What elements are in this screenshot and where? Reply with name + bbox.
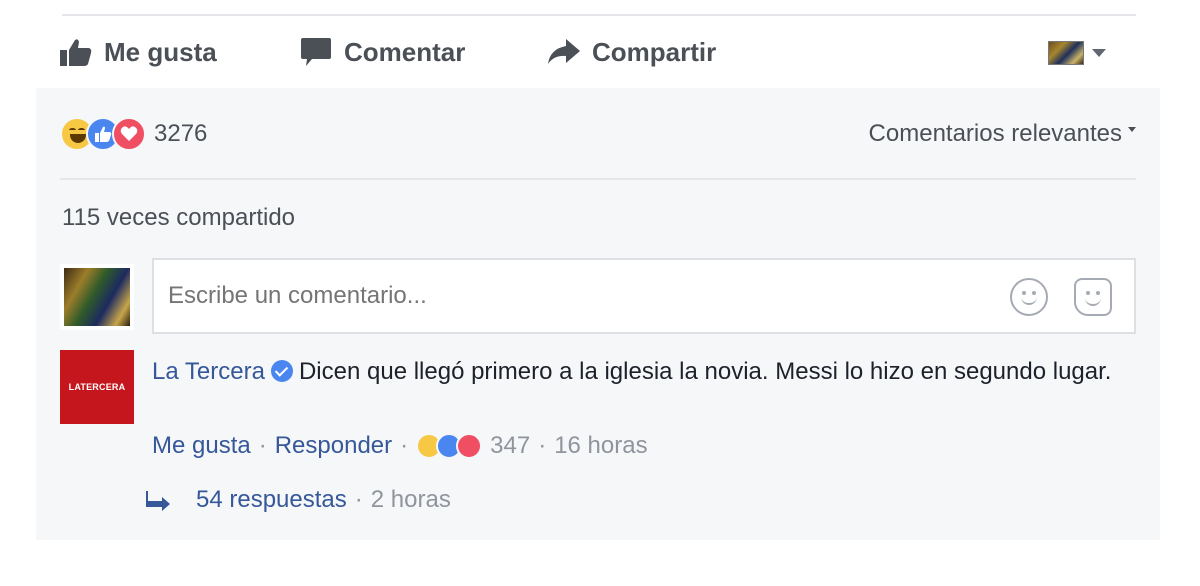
separator-dot: ·: [258, 432, 267, 459]
caret-down-icon: [1128, 126, 1136, 132]
page-thumbnail: [1048, 41, 1084, 65]
comment-reply-link[interactable]: Responder: [275, 432, 392, 460]
share-arrow-icon: [548, 39, 580, 64]
separator-dot: ·: [538, 432, 547, 459]
current-user-avatar: [60, 264, 134, 330]
shares-count-link[interactable]: 115 veces compartido: [62, 204, 295, 232]
audience-selector[interactable]: [1048, 38, 1106, 68]
comment-actions: Me gusta · Responder · 347 · 16 horas: [152, 428, 648, 464]
share-button[interactable]: Compartir: [548, 32, 716, 72]
comment-sort-label: Comentarios relevantes: [868, 120, 1122, 147]
comment-body: La Tercera Dicen que llegó primero a la i…: [152, 354, 1112, 390]
speech-bubble-icon: [301, 38, 331, 66]
comment-timestamp[interactable]: 16 horas: [554, 432, 647, 460]
replies-timestamp: 2 horas: [370, 486, 451, 513]
reactions-count: 3276: [154, 120, 208, 147]
reply-arrow-icon: [146, 491, 170, 511]
view-replies-link[interactable]: 54 respuestas: [196, 486, 347, 514]
section-divider: [60, 178, 1136, 180]
comment-like-link[interactable]: Me gusta: [152, 432, 251, 460]
comment-composer[interactable]: [152, 258, 1136, 334]
comment-author[interactable]: La Tercera: [152, 358, 265, 385]
reactions-summary[interactable]: 3276: [60, 116, 207, 152]
like-button-label: Me gusta: [104, 36, 217, 67]
comment-text: Dicen que llegó primero a la iglesia la …: [298, 358, 1112, 385]
replies-row: 54 respuestas · 2 horas: [146, 482, 451, 518]
post-action-bar: Me gusta Comentar Compartir: [36, 18, 1160, 86]
separator-dot: ·: [354, 486, 363, 513]
like-button[interactable]: Me gusta: [60, 32, 217, 72]
thumbs-up-icon: [60, 39, 92, 66]
comments-panel: 3276 Comentarios relevantes 115 veces co…: [36, 88, 1160, 540]
comment-button[interactable]: Comentar: [300, 32, 465, 72]
love-reaction-icon: [112, 117, 146, 151]
commenter-avatar[interactable]: LATERCERA: [60, 350, 134, 424]
separator-dot: ·: [400, 432, 409, 459]
comment-reaction-count: 347: [490, 432, 531, 459]
comment-button-label: Comentar: [344, 36, 466, 67]
share-button-label: Compartir: [592, 36, 717, 67]
sticker-icon[interactable]: [1074, 278, 1112, 316]
verified-badge-icon: [270, 360, 293, 382]
comment-input[interactable]: [168, 282, 988, 310]
comment-reactions[interactable]: [416, 433, 483, 459]
top-divider: [62, 14, 1136, 16]
comment-sort-dropdown[interactable]: Comentarios relevantes: [869, 120, 1136, 148]
chevron-down-icon: [1092, 49, 1106, 57]
commenter-avatar-text: LATERCERA: [68, 382, 126, 392]
emoji-icon[interactable]: [1010, 278, 1048, 316]
love-reaction-icon: [456, 433, 483, 459]
